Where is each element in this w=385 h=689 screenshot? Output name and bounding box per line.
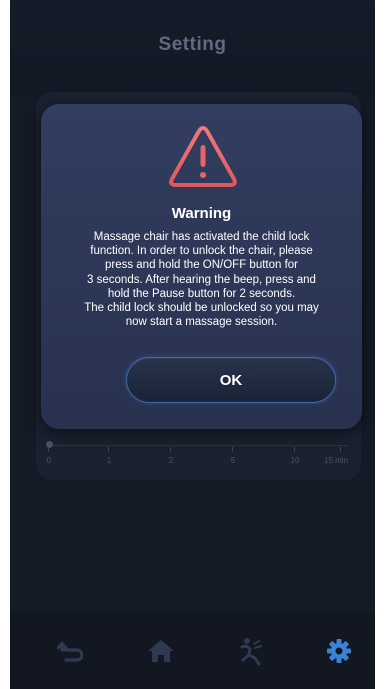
slider-tick-label: 5 <box>230 456 236 465</box>
slider-tick-label: 1 <box>106 456 112 465</box>
dialog-message: Massage chair has activated the child lo… <box>84 231 319 329</box>
dialog-title: Warning <box>171 205 232 222</box>
slider-tick <box>232 447 233 452</box>
massage-figure-icon <box>240 638 262 666</box>
slider-tick <box>108 447 109 452</box>
nav-settings-button[interactable] <box>319 634 359 668</box>
nav-massage-button[interactable] <box>230 634 270 668</box>
slider-tick <box>48 447 49 452</box>
child-lock-warning-dialog: Warning Massage chair has activated the … <box>41 104 362 429</box>
back-arrow-icon <box>57 641 83 662</box>
slider-tick-label: 2 <box>168 456 174 465</box>
warning-triangle-icon <box>169 126 237 187</box>
slider-tick-label: 10 <box>290 456 300 465</box>
timer-slider[interactable]: 0 1 2 5 10 15 min <box>46 441 349 475</box>
slider-track <box>48 445 348 446</box>
bottom-nav <box>10 612 375 689</box>
ok-button[interactable]: OK <box>126 357 336 403</box>
gear-icon <box>327 639 351 663</box>
slider-tick-label: 0 <box>46 456 52 465</box>
slider-tick <box>294 447 295 452</box>
slider-tick-label: 15 min <box>323 456 349 465</box>
slider-tick <box>340 447 341 452</box>
page-title: Setting <box>158 34 227 55</box>
nav-home-button[interactable] <box>141 634 181 668</box>
slider-tick <box>170 447 171 452</box>
home-icon <box>148 640 174 662</box>
nav-back-button[interactable] <box>50 634 90 668</box>
app-screen: Setting 0 1 2 5 10 15 min Warning Massag… <box>10 0 375 689</box>
header-bar: Setting <box>10 0 375 95</box>
